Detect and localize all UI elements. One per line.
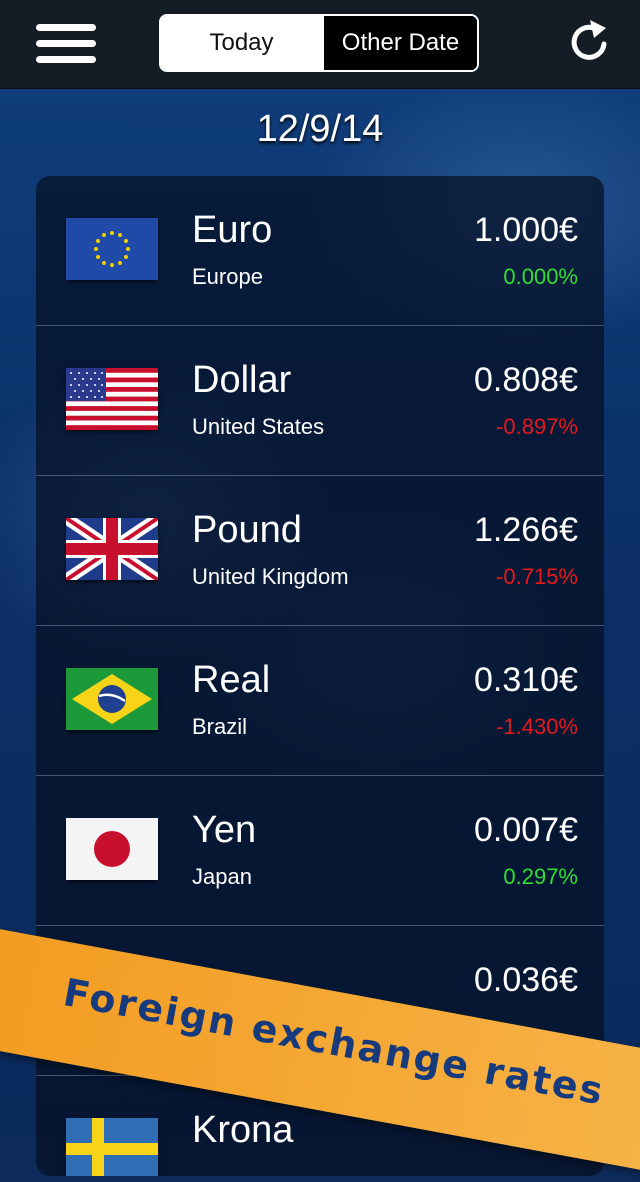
us-flag-icon bbox=[66, 368, 158, 430]
currency-rate: 0.036€ bbox=[474, 961, 578, 999]
date-label: 12/9/14 bbox=[256, 108, 384, 150]
currency-rate: 0.310€ bbox=[474, 661, 578, 699]
tab-today[interactable]: Today bbox=[161, 16, 322, 70]
currency-name: Krona bbox=[192, 1109, 294, 1151]
date-segmented-control: Today Other Date bbox=[159, 14, 479, 72]
currency-rate: 0.007€ bbox=[474, 811, 578, 849]
currency-change: 0.297% bbox=[503, 864, 578, 889]
currency-change: -0.715% bbox=[496, 564, 578, 589]
currency-country: Japan bbox=[192, 864, 252, 889]
currency-row-yen[interactable]: Yen Japan 0.007€ 0.297% bbox=[36, 776, 604, 926]
currency-row-real[interactable]: Real Brazil 0.310€ -1.430% bbox=[36, 626, 604, 776]
japan-flag-icon bbox=[66, 818, 158, 880]
top-bar: Today Other Date bbox=[0, 0, 640, 89]
sweden-flag-icon bbox=[66, 1118, 158, 1176]
currency-change: 0.000% bbox=[503, 264, 578, 289]
currency-name: Real bbox=[192, 659, 271, 701]
currency-row-pound[interactable]: Pound United Kingdom 1.266€ -0.715% bbox=[36, 476, 604, 626]
hamburger-menu-icon[interactable] bbox=[36, 24, 96, 64]
uk-flag-icon bbox=[66, 518, 158, 580]
refresh-icon[interactable] bbox=[566, 18, 614, 66]
currency-rate: 0.808€ bbox=[474, 361, 578, 399]
currency-name: Euro bbox=[192, 209, 273, 251]
currency-rate: 1.266€ bbox=[474, 511, 578, 549]
currency-country: Europe bbox=[192, 264, 263, 289]
brazil-flag-icon bbox=[66, 668, 158, 730]
tab-other-date[interactable]: Other Date bbox=[322, 16, 477, 70]
currency-change: -1.430% bbox=[496, 714, 578, 739]
currency-country: United States bbox=[192, 414, 325, 439]
currency-name: Pound bbox=[192, 509, 302, 551]
currency-name: Yen bbox=[192, 809, 257, 851]
currency-country: United Kingdom bbox=[192, 564, 349, 589]
currency-name: Dollar bbox=[192, 359, 292, 401]
currency-row-euro[interactable]: Euro Europe 1.000€ 0.000% bbox=[36, 176, 604, 326]
currency-rate: 1.000€ bbox=[474, 211, 578, 249]
currency-row-dollar[interactable]: Dollar United States 0.808€ -0.897% bbox=[36, 326, 604, 476]
currency-country: Brazil bbox=[192, 714, 248, 739]
eu-flag-icon bbox=[66, 218, 158, 280]
currency-change: -0.897% bbox=[496, 414, 578, 439]
